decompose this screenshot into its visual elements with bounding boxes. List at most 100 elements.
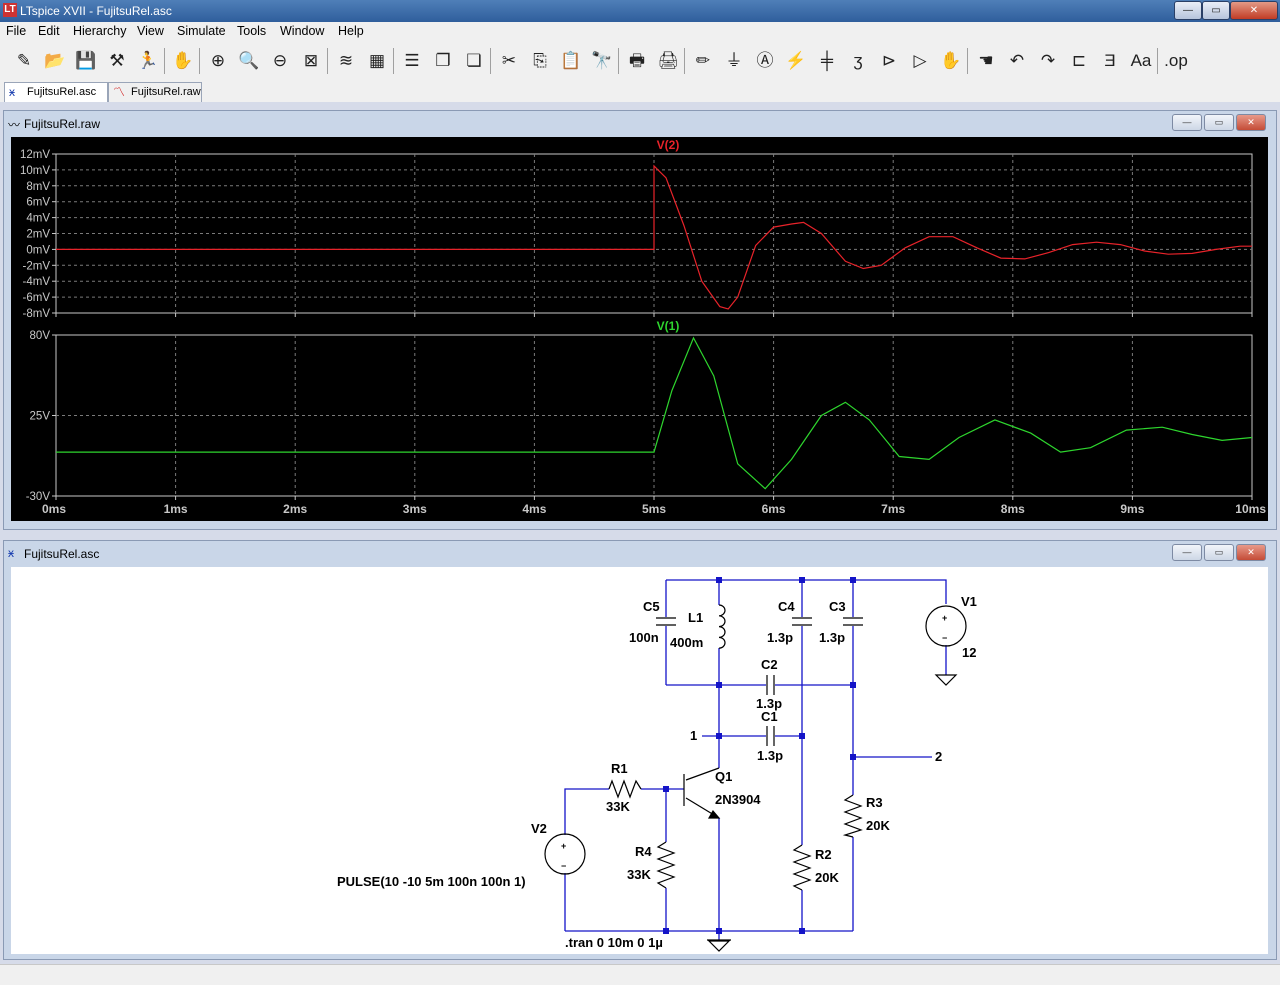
toolbar-separator [684,48,685,74]
tile-vertical-icon[interactable]: ❏ [462,49,486,73]
schematic-maximize-button[interactable]: ▭ [1204,544,1234,561]
paste-icon[interactable]: 📋 [559,49,583,73]
trace-title: V(1) [657,319,680,333]
copy-icon[interactable]: ⎘ [528,49,552,73]
r3-ref-label: R3 [866,795,883,810]
waveform-close-button[interactable]: ✕ [1236,114,1266,131]
plot-pane[interactable]: 12mV 10mV 8mV 6mV 4mV 2mV 0mV -2mV -4mV -6mV -8mV V… [11,137,1268,521]
zoom-pan-icon[interactable]: 🔍 [237,49,261,73]
schematic-minimize-button[interactable]: — [1172,544,1202,561]
capacitor-icon[interactable]: ╪ [815,49,839,73]
menu-file[interactable]: File [6,24,26,38]
trace-title: V(2) [657,138,680,152]
menu-edit[interactable]: Edit [38,24,60,38]
redo-icon[interactable]: ↷ [1036,49,1060,73]
cut-icon[interactable]: ✂ [497,49,521,73]
maximize-button[interactable]: ▭ [1202,1,1230,20]
menu-hierarchy[interactable]: Hierarchy [73,24,127,38]
document-tabs: ӿ FujitsuRel.asc 〽 FujitsuRel.raw [0,80,1280,102]
menu-simulate[interactable]: Simulate [177,24,226,38]
mirror-icon[interactable]: Ǝ [1098,49,1122,73]
find-icon[interactable]: 🔭 [590,49,614,73]
run-icon[interactable]: 🏃 [136,49,160,73]
schematic-canvas[interactable]: + − + − C5 100n L1 400m C4 1.3p C3 1.3p V1… [11,567,1268,954]
resistor-icon[interactable]: ⚡ [784,49,808,73]
control-panel-icon[interactable]: ⚒ [105,49,129,73]
y-tick-label: 8mV [26,181,50,193]
menu-view[interactable]: View [137,24,164,38]
schematic-window-icon: ӿ [8,546,14,560]
inductor-icon[interactable]: ʒ [846,49,870,73]
waveform-maximize-button[interactable]: ▭ [1204,114,1234,131]
c5-ref-label: C5 [643,599,660,614]
waveform-plot[interactable]: 12mV 10mV 8mV 6mV 4mV 2mV 0mV -2mV -4mV -6mV -8mV V… [11,137,1268,521]
close-button[interactable]: ✕ [1230,1,1278,20]
save-icon[interactable]: 💾 [74,49,98,73]
y-tick-label: 6mV [26,197,50,209]
toolbar-separator [164,48,165,74]
toolbar: ✎ 📂 💾 ⚒ 🏃 ✋ ⊕ 🔍 ⊖ ⊠ ≋ ▦ ☰ ❐ ❏ ✂ ⎘ 📋 🔭 🖶 🖨 ✏ ⏚ Ⓐ ⚡ ╪ ʒ ⊳ ▷ ✋ ☚ ↶ ↷ ⊏ Ǝ Aa .op [0,42,1280,81]
net-label-1: 1 [690,728,697,743]
minimize-button[interactable]: — [1174,1,1202,20]
drag-icon[interactable]: ☚ [974,49,998,73]
schematic-drawing[interactable]: + − + − C5 100n L1 400m C4 1.3p C3 1.3p V1… [11,567,1268,954]
waveform-window-icon: 〰 [8,118,21,132]
print-setup-icon[interactable]: 🖨 [656,49,680,73]
tab-waveform[interactable]: 〽 FujitsuRel.raw [108,82,202,102]
halt-icon[interactable]: ✋ [171,49,195,73]
schematic-close-button[interactable]: ✕ [1236,544,1266,561]
svg-text:+: + [942,613,947,623]
text-icon[interactable]: Aa [1129,49,1153,73]
svg-text:+: + [561,841,566,851]
zoom-in-icon[interactable]: ⊕ [206,49,230,73]
x-tick-label: 8ms [1001,502,1025,516]
x-tick-label: 5ms [642,502,666,516]
r4-value-label: 33K [627,867,651,882]
c1-ref-label: C1 [761,709,778,724]
x-tick-label: 2ms [283,502,307,516]
y-tick-label: -6mV [23,292,51,304]
rotate-icon[interactable]: ⊏ [1067,49,1091,73]
y-tick-label: 80V [30,330,51,342]
toolbar-separator [618,48,619,74]
move-icon[interactable]: ✋ [939,49,963,73]
menu-tools[interactable]: Tools [237,24,266,38]
draw-wire-icon[interactable]: ✏ [691,49,715,73]
diode-icon[interactable]: ⊳ [877,49,901,73]
ground-icon[interactable]: ⏚ [722,49,746,73]
net-label-2: 2 [935,749,942,764]
x-tick-label: 3ms [403,502,427,516]
y-tick-label: -8mV [23,308,51,320]
menu-window[interactable]: Window [280,24,324,38]
cascade-icon[interactable]: ❐ [431,49,455,73]
c3-ref-label: C3 [829,599,846,614]
new-schematic-icon[interactable]: ✎ [12,49,36,73]
print-icon[interactable]: 🖶 [625,49,649,73]
schematic-window-title: FujitsuRel.asc [24,547,100,561]
spice-directive-icon[interactable]: .op [1164,49,1188,73]
component-labels: C5 100n L1 400m C4 1.3p C3 1.3p V1 12 C2… [337,594,977,950]
v1-value-label: 12 [962,645,976,660]
x-tick-label: 6ms [762,502,786,516]
waveform-window-title: FujitsuRel.raw [24,117,101,131]
y-tick-label: 12mV [20,149,50,161]
tab-schematic[interactable]: ӿ FujitsuRel.asc [4,82,108,102]
c5-value-label: 100n [629,630,659,645]
waveform-minimize-button[interactable]: — [1172,114,1202,131]
schematic-icon: ӿ [9,85,15,99]
y-tick-label: 0mV [26,244,50,256]
toolbar-separator [393,48,394,74]
spice-directive: .tran 0 10m 0 1µ [565,935,663,950]
x-tick-label: 9ms [1120,502,1144,516]
view-netlist-icon[interactable]: ▦ [365,49,389,73]
label-net-icon[interactable]: Ⓐ [753,49,777,73]
zoom-fit-icon[interactable]: ⊠ [299,49,323,73]
zoom-out-icon[interactable]: ⊖ [268,49,292,73]
undo-icon[interactable]: ↶ [1005,49,1029,73]
menu-help[interactable]: Help [338,24,364,38]
open-icon[interactable]: 📂 [43,49,67,73]
tile-horizontal-icon[interactable]: ☰ [400,49,424,73]
autorange-icon[interactable]: ≋ [334,49,358,73]
component-icon[interactable]: ▷ [908,49,932,73]
y-tick-label: 10mV [20,165,50,177]
